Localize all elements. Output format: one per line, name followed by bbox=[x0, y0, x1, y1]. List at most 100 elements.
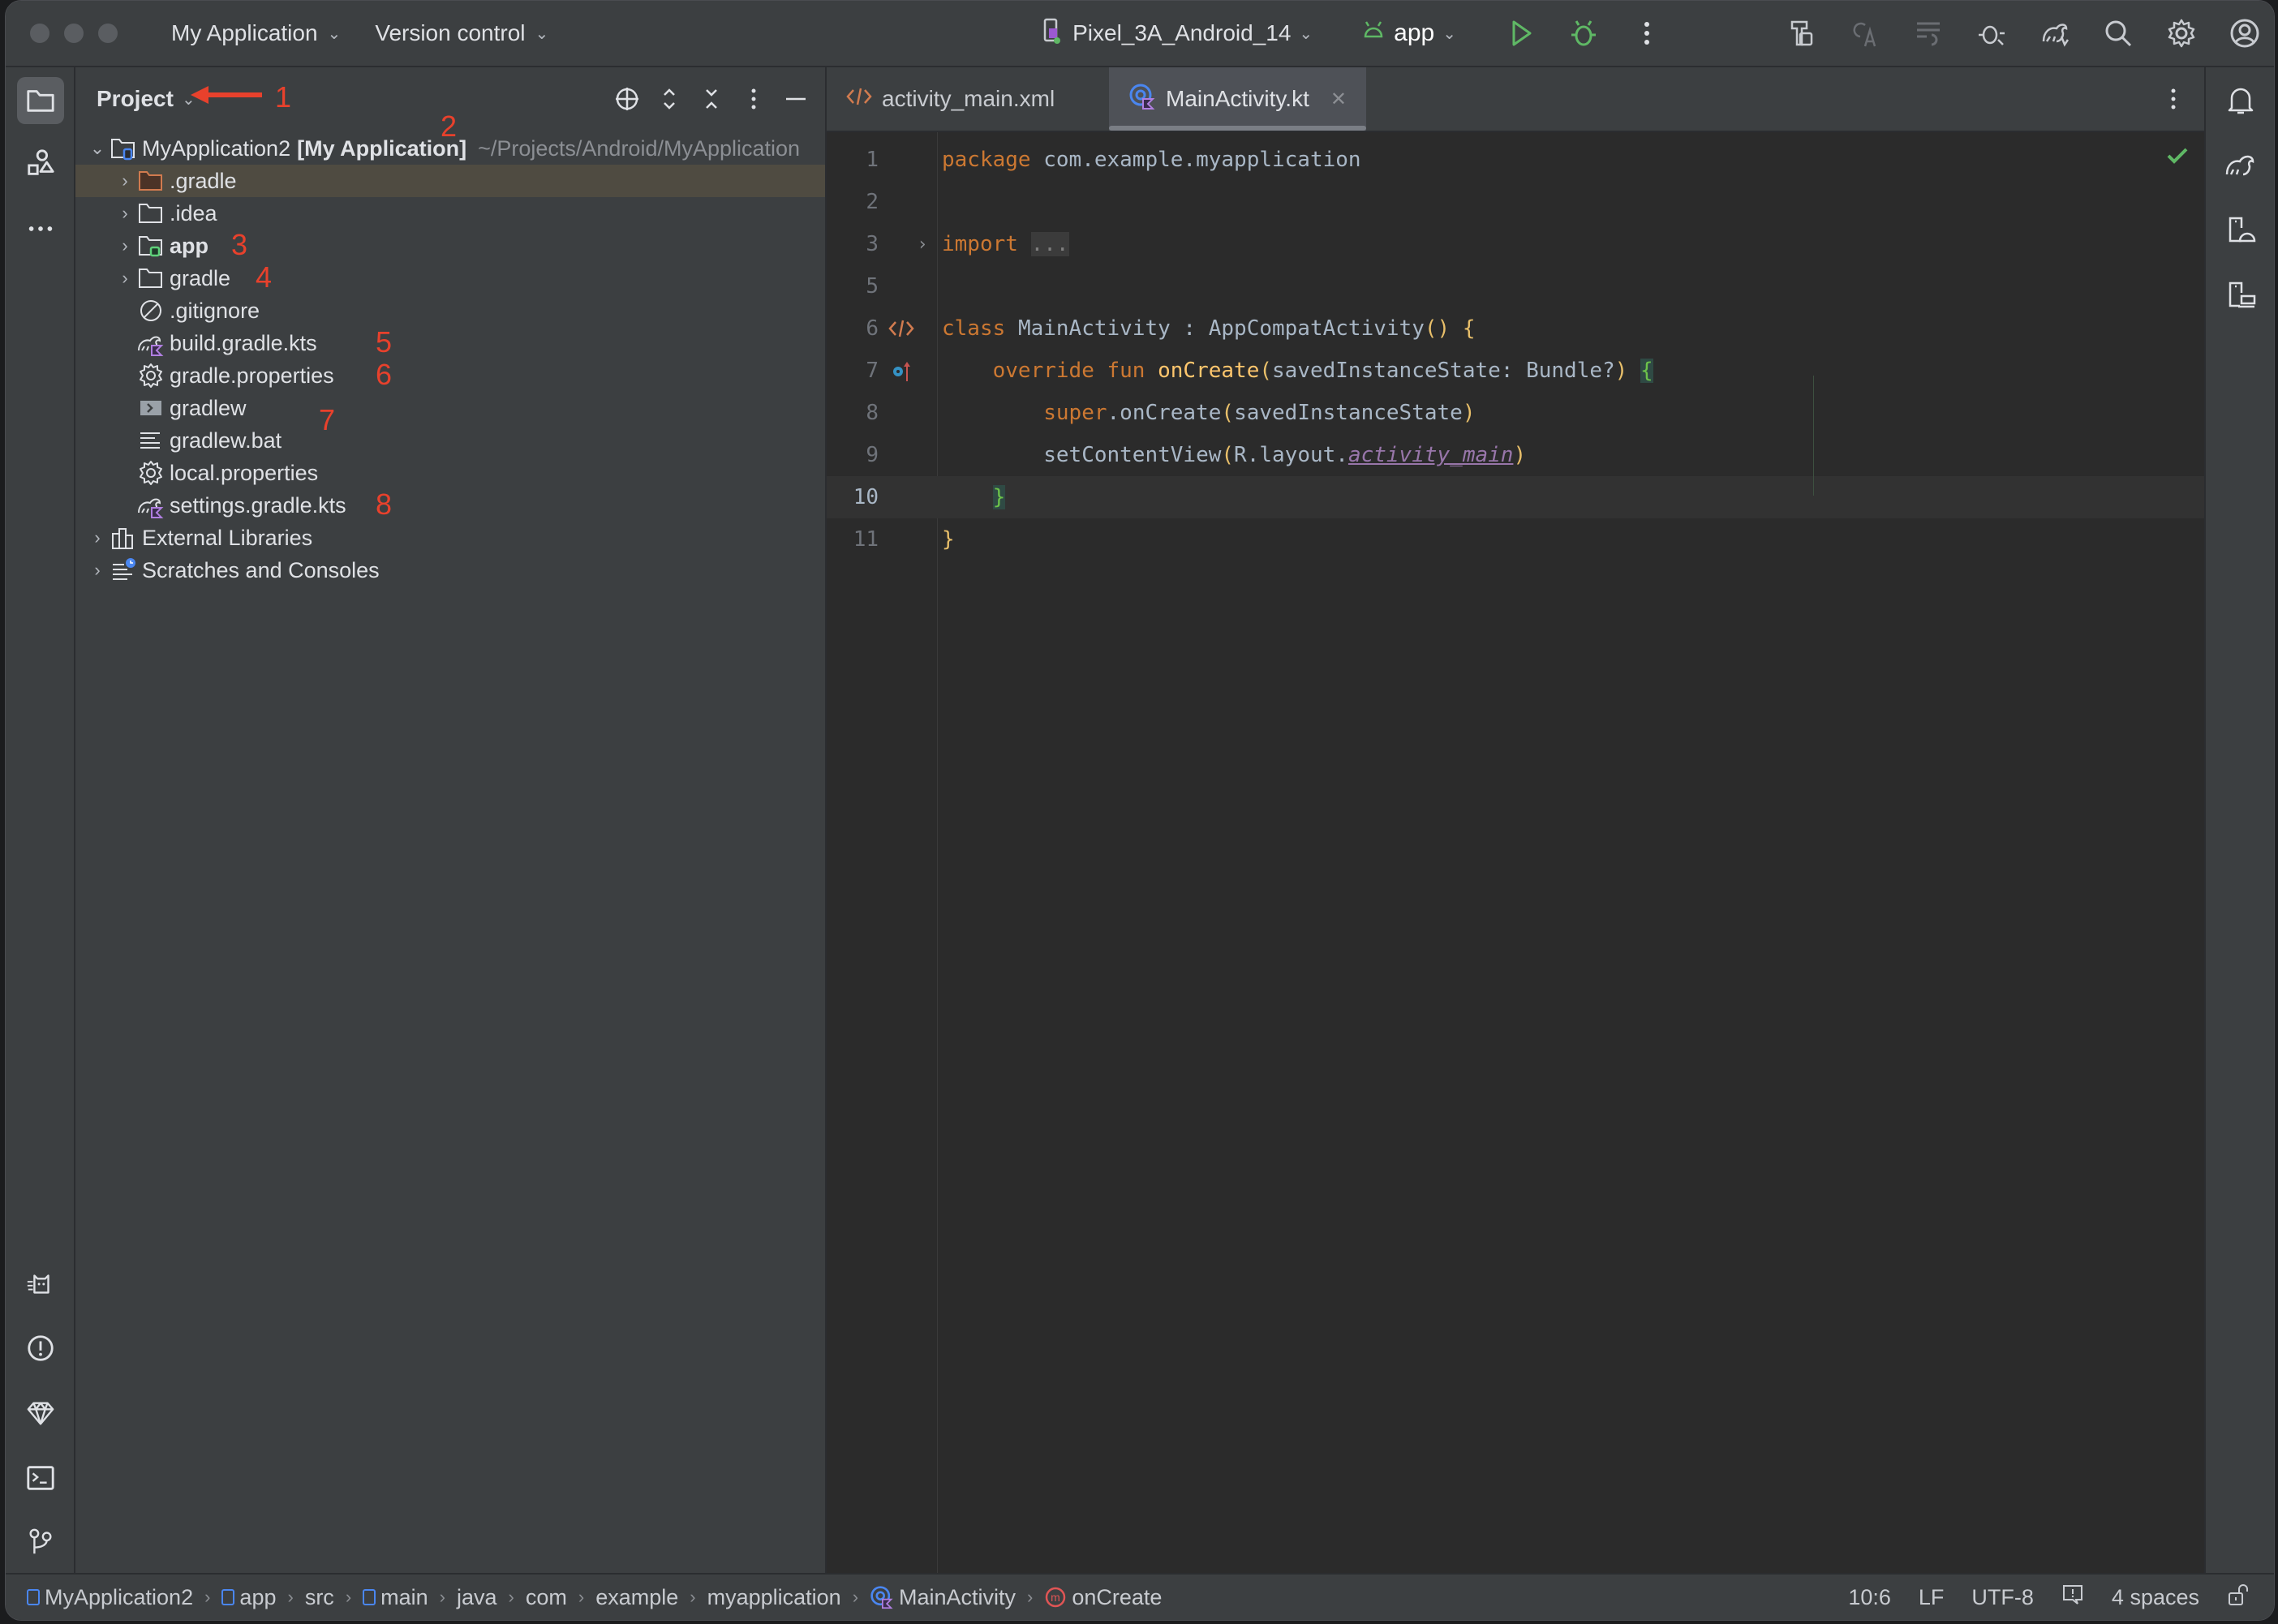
annotation-6: 6 bbox=[376, 358, 393, 391]
vcs-menu[interactable]: Version control ⌄ bbox=[375, 20, 548, 46]
gradle-button[interactable] bbox=[2220, 145, 2261, 186]
problems-tool-button[interactable] bbox=[17, 1325, 64, 1372]
chevron-right-icon[interactable]: › bbox=[85, 527, 110, 548]
tree-item-external-libraries[interactable]: › External Libraries bbox=[75, 522, 825, 554]
breadcrumb-item[interactable]: MainActivity bbox=[870, 1585, 1016, 1610]
tab-options-button[interactable] bbox=[2164, 67, 2183, 131]
vcs-menu-label: Version control bbox=[375, 20, 526, 45]
tree-item-label: gradle.properties bbox=[170, 363, 334, 388]
breadcrumb-item[interactable]: java bbox=[457, 1585, 497, 1610]
code-token: .onCreate bbox=[1107, 401, 1222, 425]
override-gutter-icon[interactable] bbox=[887, 356, 916, 385]
breadcrumb-item[interactable]: app bbox=[221, 1585, 276, 1610]
problems-indicator-button[interactable] bbox=[2061, 1583, 2084, 1612]
project-tool-button[interactable] bbox=[17, 77, 64, 124]
chevron-right-icon[interactable]: › bbox=[113, 203, 137, 224]
gradle-sync-button[interactable] bbox=[2037, 15, 2073, 51]
collapse-all-button[interactable] bbox=[698, 86, 724, 112]
tree-item-app[interactable]: › app 3 bbox=[75, 228, 825, 262]
device-manager-button[interactable] bbox=[2220, 210, 2261, 251]
tree-item-local-properties[interactable]: local.properties bbox=[75, 457, 825, 489]
search-button[interactable] bbox=[2100, 15, 2136, 51]
tree-item-idea[interactable]: › .idea bbox=[75, 197, 825, 230]
chevron-down-icon[interactable]: ⌄ bbox=[85, 138, 110, 159]
account-button[interactable] bbox=[2227, 15, 2263, 51]
gemini-tool-button[interactable] bbox=[17, 1390, 64, 1437]
project-menu[interactable]: My Application ⌄ bbox=[171, 20, 341, 46]
breadcrumb-item[interactable]: example bbox=[595, 1585, 678, 1610]
project-view-selector[interactable]: Project bbox=[97, 86, 174, 112]
tree-item-build-gradle-kts[interactable]: build.gradle.kts 5 bbox=[75, 325, 825, 359]
chevron-right-icon: › bbox=[690, 1587, 696, 1607]
breadcrumb-item[interactable]: src bbox=[305, 1585, 334, 1610]
locate-button[interactable] bbox=[614, 86, 640, 112]
related-xml-icon[interactable] bbox=[887, 314, 916, 343]
run-button[interactable] bbox=[1502, 15, 1538, 51]
breadcrumb-item[interactable]: myapplication bbox=[707, 1585, 841, 1610]
tree-item-gradle-hidden[interactable]: › .gradle bbox=[75, 165, 825, 197]
tree-item-settings-gradle-kts[interactable]: settings.gradle.kts 8 bbox=[75, 488, 825, 522]
xml-file-icon bbox=[846, 86, 872, 112]
chevron-right-icon[interactable]: › bbox=[113, 170, 137, 191]
breadcrumb-item[interactable]: MyApplication2 bbox=[27, 1585, 193, 1610]
close-tab-icon[interactable]: ✕ bbox=[1330, 88, 1347, 111]
more-actions-button[interactable] bbox=[1629, 15, 1665, 51]
options-button[interactable] bbox=[741, 86, 767, 112]
structure-tool-button[interactable] bbox=[17, 140, 64, 187]
code-editor[interactable]: 1 package com.example.myapplication 2 3 … bbox=[827, 132, 2204, 1573]
tree-item-label: build.gradle.kts bbox=[170, 330, 317, 355]
indent-guide bbox=[1813, 376, 1814, 496]
run-config-selector[interactable]: app ⌄ bbox=[1361, 19, 1456, 48]
zoom-window-button[interactable] bbox=[98, 24, 118, 43]
minimize-window-button[interactable] bbox=[64, 24, 84, 43]
tree-item-gradlew-bat[interactable]: gradlew.bat bbox=[75, 424, 825, 457]
tree-item-gradle[interactable]: › gradle 4 bbox=[75, 260, 825, 294]
build-button[interactable] bbox=[1784, 15, 1820, 51]
caret-position[interactable]: 10:6 bbox=[1848, 1585, 1891, 1610]
chevron-right-icon[interactable]: › bbox=[113, 268, 137, 289]
expand-all-button[interactable] bbox=[656, 86, 682, 112]
breadcrumb-label: app bbox=[239, 1584, 277, 1609]
running-devices-button[interactable] bbox=[2220, 275, 2261, 316]
tree-item-gradlew[interactable]: gradlew 7 bbox=[75, 392, 825, 436]
notifications-button[interactable] bbox=[2220, 80, 2261, 121]
more-tools-button[interactable] bbox=[17, 205, 64, 252]
breadcrumb-item[interactable]: com bbox=[526, 1585, 567, 1610]
title-bar: My Application ⌄ Version control ⌄ Pixel… bbox=[6, 1, 2274, 67]
hide-panel-button[interactable] bbox=[783, 86, 809, 112]
tree-item-gradle-properties[interactable]: gradle.properties 6 bbox=[75, 358, 825, 392]
settings-button[interactable] bbox=[2164, 15, 2199, 51]
breadcrumb-label: example bbox=[595, 1584, 679, 1609]
more-icon bbox=[2171, 88, 2176, 110]
breadcrumb-item[interactable]: main bbox=[363, 1585, 428, 1610]
module-icon bbox=[363, 1589, 376, 1605]
folded-imports[interactable]: ... bbox=[1030, 232, 1069, 256]
breadcrumb-item[interactable]: m onCreate bbox=[1044, 1585, 1162, 1610]
close-window-button[interactable] bbox=[30, 24, 49, 43]
read-only-toggle[interactable] bbox=[2227, 1583, 2250, 1613]
tab-activity-main-xml[interactable]: activity_main.xml bbox=[827, 67, 1109, 131]
chevron-right-icon[interactable]: › bbox=[113, 235, 137, 256]
debug-button[interactable] bbox=[1566, 15, 1601, 51]
tab-mainactivity-kt[interactable]: MainActivity.kt ✕ bbox=[1109, 67, 1366, 131]
translate-button[interactable] bbox=[1847, 15, 1883, 51]
chevron-right-icon[interactable]: › bbox=[85, 560, 110, 581]
tree-root[interactable]: ⌄ MyApplication2 [My Application] ~/Proj… bbox=[75, 132, 825, 165]
profile-button[interactable] bbox=[1974, 15, 2009, 51]
annotation-3: 3 bbox=[231, 228, 248, 261]
logcat-tool-button[interactable] bbox=[17, 1260, 64, 1307]
indent-setting[interactable]: 4 spaces bbox=[2112, 1585, 2199, 1610]
text-file-icon bbox=[137, 427, 165, 454]
fold-expand-icon[interactable]: › bbox=[908, 230, 937, 259]
window-controls bbox=[30, 24, 118, 43]
apply-changes-button[interactable] bbox=[1911, 15, 1946, 51]
tree-item-scratches[interactable]: › Scratches and Consoles bbox=[75, 554, 825, 586]
breadcrumb-label: java bbox=[457, 1584, 497, 1609]
line-separator[interactable]: LF bbox=[1919, 1585, 1945, 1610]
file-encoding[interactable]: UTF-8 bbox=[1971, 1585, 2034, 1610]
git-tool-button[interactable] bbox=[17, 1518, 64, 1565]
device-selector[interactable]: Pixel_3A_Android_14 ⌄ bbox=[1040, 17, 1313, 50]
tree-item-gitignore[interactable]: .gitignore bbox=[75, 294, 825, 327]
code-token: ) bbox=[1462, 401, 1476, 425]
terminal-tool-button[interactable] bbox=[17, 1454, 64, 1502]
